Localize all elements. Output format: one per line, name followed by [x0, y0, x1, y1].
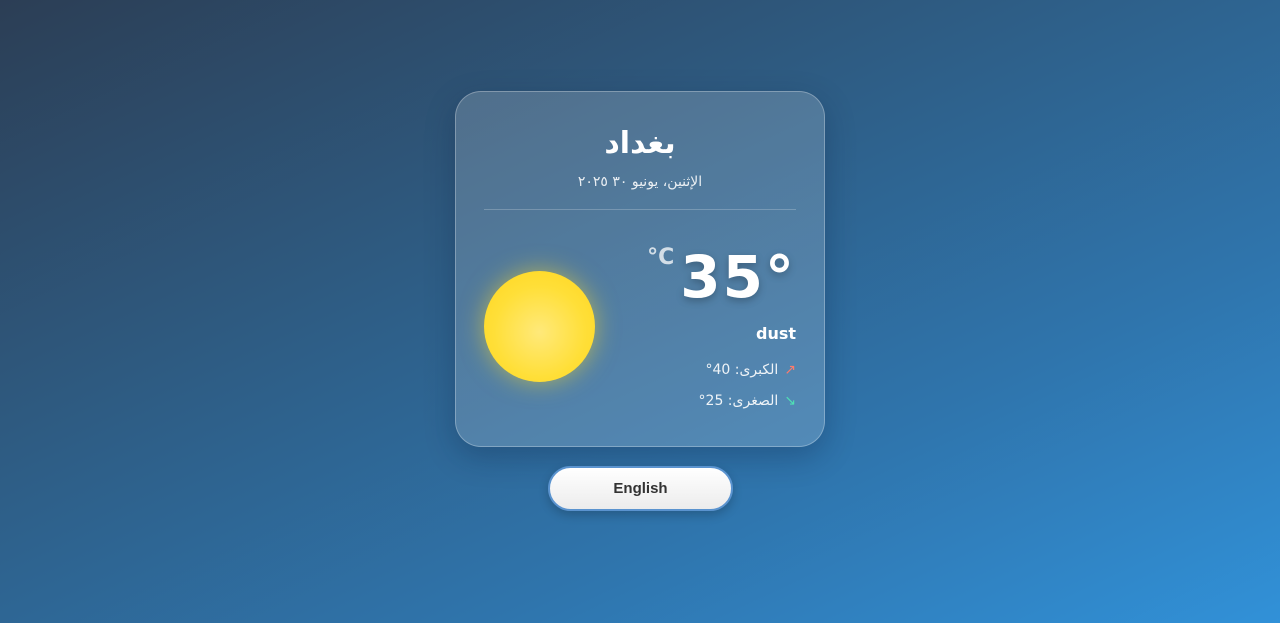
current-date: الإثنين، يونيو ٣٠ ٢٠٢٥: [577, 174, 703, 190]
city-name: بغداد: [604, 126, 676, 161]
sun-icon: [484, 271, 595, 382]
low-temperature: الصغرى: 25° ↘: [699, 391, 796, 411]
temperature-unit: °C: [647, 245, 675, 270]
low-temperature-label: الصغرى: 25°: [698, 393, 779, 409]
arrow-up-icon: ↗: [784, 362, 796, 378]
arrow-down-icon: ↘: [784, 393, 796, 409]
temperature-display: °C 35°: [647, 242, 796, 312]
language-toggle-button[interactable]: English: [548, 466, 733, 511]
weather-description: dust: [755, 324, 796, 343]
high-temperature-label: الكبرى: 40°: [705, 362, 779, 378]
temperature-value: 35°: [680, 243, 796, 311]
divider: [484, 209, 796, 210]
weather-card: بغداد الإثنين، يونيو ٣٠ ٢٠٢٥ °C 35° dust…: [455, 91, 825, 447]
high-temperature: الكبرى: 40° ↗: [705, 360, 796, 380]
